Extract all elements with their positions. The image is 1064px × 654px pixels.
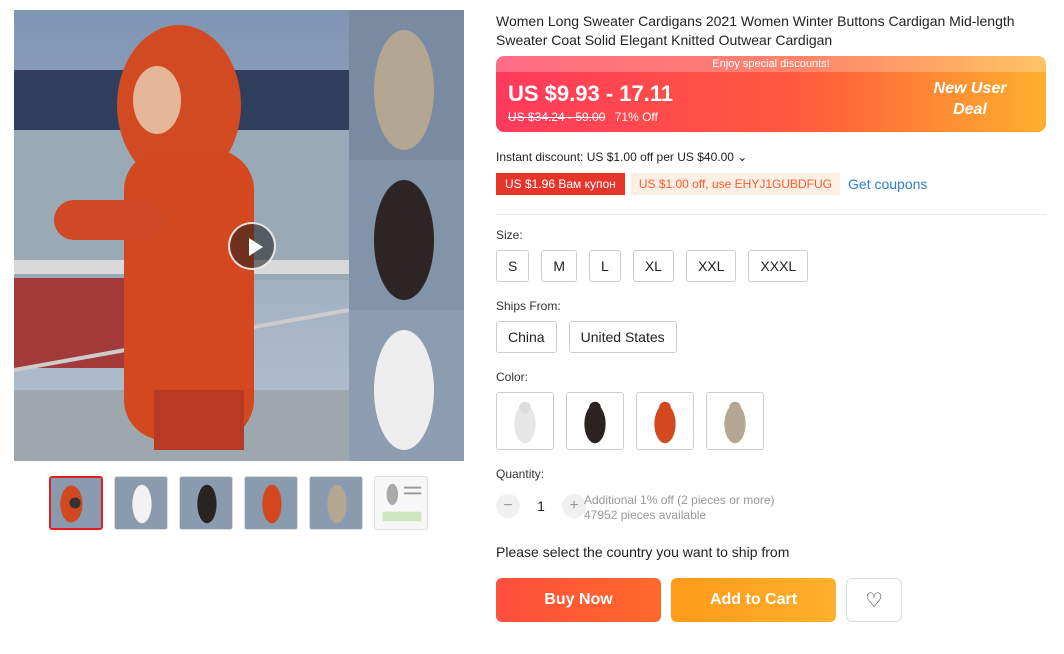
- banner-top-text: Enjoy special discounts!: [496, 56, 1046, 72]
- ships-from-options: China United States: [496, 321, 677, 353]
- stock-available-text: 47952 pieces available: [584, 508, 707, 522]
- ships-from-united-states[interactable]: United States: [568, 321, 677, 353]
- red-icon: [637, 393, 693, 449]
- white-icon: [497, 393, 553, 449]
- thumbnail-6[interactable]: [374, 476, 428, 530]
- product-title: Women Long Sweater Cardigans 2021 Women …: [496, 13, 1015, 48]
- size-option-m[interactable]: M: [541, 250, 578, 282]
- deal-line-1: New User: [933, 80, 1007, 97]
- divider: [496, 214, 1046, 215]
- size-option-xxxl[interactable]: XXXL: [748, 250, 809, 282]
- original-price: US $34.24 - 59.00: [508, 110, 606, 124]
- color-option-black[interactable]: [566, 392, 624, 450]
- quantity-increase-button[interactable]: +: [562, 494, 586, 518]
- discount-percent: 71% Off: [614, 110, 658, 124]
- color-option-khaki[interactable]: [706, 392, 764, 450]
- instant-discount-dropdown[interactable]: Instant discount: US $1.00 off per US $4…: [496, 150, 747, 164]
- thumbnail-1[interactable]: [49, 476, 103, 530]
- new-user-deal-badge: New User Deal: [906, 78, 1034, 126]
- price-sub: US $34.24 - 59.00 71% Off: [508, 110, 658, 124]
- quantity-input[interactable]: 1: [530, 498, 552, 514]
- get-coupons-link[interactable]: Get coupons: [848, 176, 927, 192]
- color-option-white[interactable]: [496, 392, 554, 450]
- buy-now-button[interactable]: Buy Now: [496, 578, 661, 622]
- ships-from-china[interactable]: China: [496, 321, 557, 353]
- main-product-image[interactable]: [14, 10, 464, 461]
- deal-line-2: Deal: [953, 101, 987, 118]
- size-option-xl[interactable]: XL: [632, 250, 674, 282]
- size-option-s[interactable]: S: [496, 250, 530, 282]
- color-options: [496, 392, 764, 450]
- ship-country-message: Please select the country you want to sh…: [496, 544, 790, 560]
- play-video-button[interactable]: [228, 222, 276, 270]
- thumbnail-5[interactable]: [309, 476, 363, 530]
- size-options: S M L XL XXL XXXL: [496, 250, 809, 282]
- thumbnail-4[interactable]: [244, 476, 298, 530]
- coupons-row: US $1.96 Вам купон US $1.00 off, use EHY…: [496, 173, 927, 195]
- quantity-label: Quantity:: [496, 467, 545, 481]
- bulk-discount-text: Additional 1% off (2 pieces or more): [584, 493, 775, 507]
- size-option-xxl[interactable]: XXL: [685, 250, 737, 282]
- black-icon: [567, 393, 623, 449]
- color-label: Color:: [496, 370, 529, 384]
- price-range: US $9.93 - 17.11: [508, 81, 674, 106]
- thumbnail-2[interactable]: [114, 476, 168, 530]
- quantity-decrease-button[interactable]: −: [496, 494, 520, 518]
- coupon-red-badge[interactable]: US $1.96 Вам купон: [496, 173, 625, 195]
- color-option-red[interactable]: [636, 392, 694, 450]
- quantity-stepper: − 1 +: [496, 494, 586, 518]
- size-option-l[interactable]: L: [589, 250, 621, 282]
- coupon-code-badge[interactable]: US $1.00 off, use EHYJ1GUBDFUG: [630, 173, 841, 195]
- thumbnail-3[interactable]: [179, 476, 233, 530]
- ships-from-label: Ships From:: [496, 299, 561, 313]
- wishlist-heart-icon[interactable]: ♡: [846, 578, 902, 622]
- thumbnail-strip: [49, 476, 428, 530]
- quantity-info: Additional 1% off (2 pieces or more) 479…: [584, 493, 775, 523]
- add-to-cart-button[interactable]: Add to Cart: [671, 578, 836, 622]
- size-label: Size:: [496, 228, 523, 242]
- khaki-icon: [707, 393, 763, 449]
- price-banner: Enjoy special discounts! US $9.93 - 17.1…: [496, 56, 1046, 132]
